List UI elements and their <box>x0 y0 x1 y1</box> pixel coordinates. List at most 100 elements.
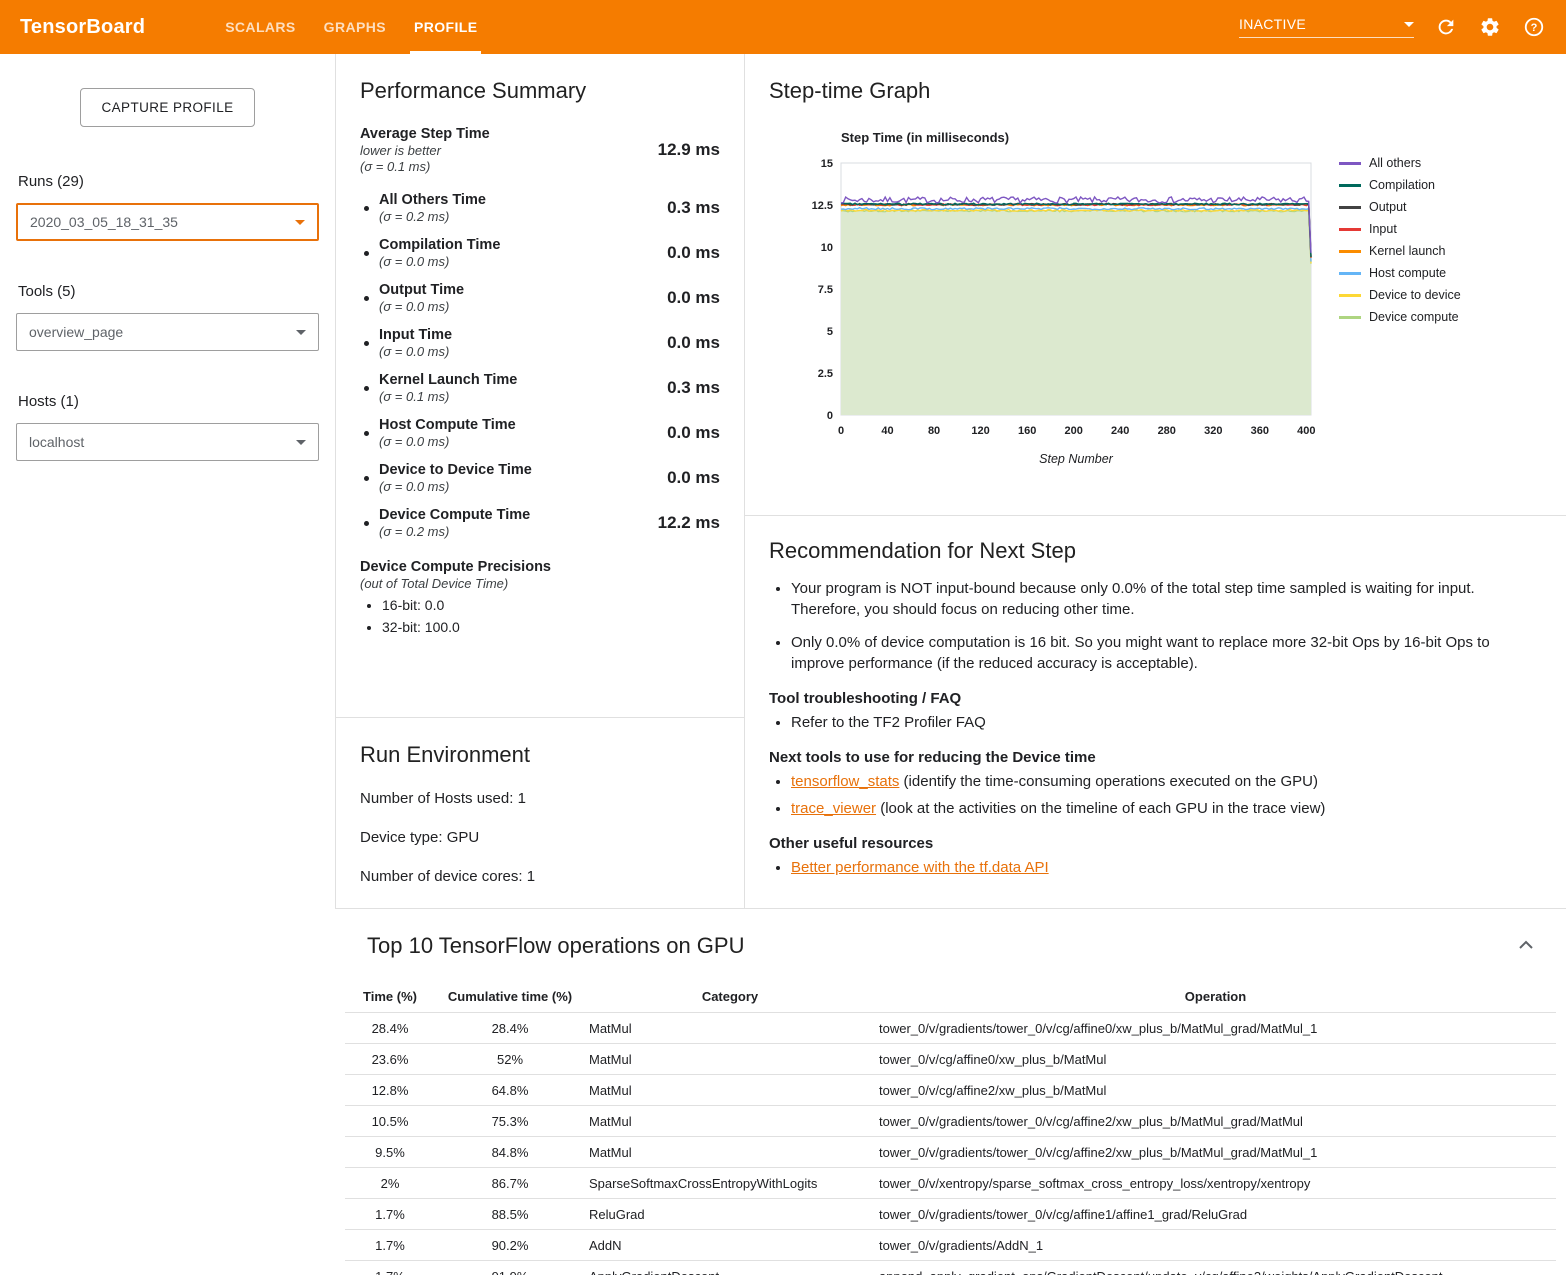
table-row[interactable]: 1.7%90.2%AddNtower_0/v/gradients/AddN_1 <box>345 1230 1556 1261</box>
tool-link[interactable]: trace_viewer <box>791 800 876 817</box>
chevron-down-icon <box>296 330 306 335</box>
metric-label: All Others Time <box>379 192 659 208</box>
average-step-time-row: Average Step Time lower is better (σ = 0… <box>360 126 720 174</box>
table-cell: tower_0/v/gradients/AddN_1 <box>875 1230 1556 1261</box>
runs-dropdown[interactable]: 2020_03_05_18_31_35 <box>16 203 319 241</box>
table-row[interactable]: 12.8%64.8%MatMultower_0/v/cg/affine2/xw_… <box>345 1075 1556 1106</box>
metric-value: 0.0 ms <box>667 243 720 263</box>
nav-tabs: SCALARS GRAPHS PROFILE <box>211 0 491 54</box>
table-row[interactable]: 2%86.7%SparseSoftmaxCrossEntropyWithLogi… <box>345 1168 1556 1199</box>
metric-note: lower is better <box>360 143 650 158</box>
table-cell: 84.8% <box>435 1137 585 1168</box>
legend-item: Device compute <box>1339 310 1461 324</box>
refresh-icon[interactable] <box>1434 15 1458 39</box>
help-icon[interactable]: ? <box>1522 15 1546 39</box>
svg-text:7.5: 7.5 <box>818 284 833 296</box>
table-cell: tower_0/v/gradients/tower_0/v/cg/affine2… <box>875 1137 1556 1168</box>
table-cell: 52% <box>435 1044 585 1075</box>
metric-row: Kernel Launch Time(σ = 0.1 ms)0.3 ms <box>360 372 720 404</box>
next-tools-heading: Next tools to use for reducing the Devic… <box>769 749 1526 766</box>
bullet-dot <box>364 341 369 346</box>
table-cell: 23.6% <box>345 1044 435 1075</box>
svg-text:360: 360 <box>1251 425 1269 437</box>
step-time-chart[interactable]: 02.557.51012.515040801201602002402803203… <box>795 153 1325 471</box>
bullet-dot <box>364 206 369 211</box>
table-row[interactable]: 9.5%84.8%MatMultower_0/v/gradients/tower… <box>345 1137 1556 1168</box>
tool-link-description: (look at the activities on the timeline … <box>876 800 1325 817</box>
metric-label: Host Compute Time <box>379 417 659 433</box>
table-header-row: Time (%) Cumulative time (%) Category Op… <box>345 981 1556 1013</box>
table-cell: MatMul <box>585 1013 875 1044</box>
tab-graphs[interactable]: GRAPHS <box>310 0 400 54</box>
precision-item: 16-bit: 0.0 <box>382 597 720 613</box>
metric-sigma: (σ = 0.0 ms) <box>379 479 659 494</box>
table-cell: 91.9% <box>435 1261 585 1275</box>
metric-value: 0.0 ms <box>667 423 720 443</box>
metric-value: 12.9 ms <box>658 140 720 160</box>
tfdata-api-link[interactable]: Better performance with the tf.data API <box>791 859 1049 876</box>
svg-text:400: 400 <box>1297 425 1315 437</box>
legend-swatch <box>1339 250 1361 253</box>
sidebar: CAPTURE PROFILE Runs (29) 2020_03_05_18_… <box>0 54 335 1275</box>
recommendation-bullet: Only 0.0% of device computation is 16 bi… <box>791 632 1526 674</box>
legend-swatch <box>1339 228 1361 231</box>
tool-link[interactable]: tensorflow_stats <box>791 773 899 790</box>
tab-profile[interactable]: PROFILE <box>400 0 491 54</box>
table-cell: 12.8% <box>345 1075 435 1106</box>
metric-value: 12.2 ms <box>658 513 720 533</box>
tool-link-item: tensorflow_stats (identify the time-cons… <box>791 771 1526 792</box>
recommendation-bullet: Your program is NOT input-bound because … <box>791 578 1526 620</box>
table-row[interactable]: 23.6%52%MatMultower_0/v/cg/affine0/xw_pl… <box>345 1044 1556 1075</box>
table-cell: 10.5% <box>345 1106 435 1137</box>
status-dropdown[interactable]: INACTIVE <box>1239 16 1414 38</box>
chevron-down-icon <box>296 440 306 445</box>
recommendation-panel: Recommendation for Next Step Your progra… <box>745 516 1566 908</box>
table-row[interactable]: 28.4%28.4%MatMultower_0/v/gradients/towe… <box>345 1013 1556 1044</box>
table-row[interactable]: 1.7%88.5%ReluGradtower_0/v/gradients/tow… <box>345 1199 1556 1230</box>
bullet-dot <box>364 296 369 301</box>
settings-gear-icon[interactable] <box>1478 15 1502 39</box>
hosts-dropdown[interactable]: localhost <box>16 423 319 461</box>
metric-label: Output Time <box>379 282 659 298</box>
legend-label: Device compute <box>1369 310 1459 324</box>
metric-row: All Others Time(σ = 0.2 ms)0.3 ms <box>360 192 720 224</box>
metric-value: 0.0 ms <box>667 468 720 488</box>
legend-swatch <box>1339 184 1361 187</box>
svg-text:5: 5 <box>827 326 833 338</box>
table-cell: 64.8% <box>435 1075 585 1106</box>
metric-sigma: (σ = 0.0 ms) <box>379 254 659 269</box>
legend-label: Input <box>1369 222 1397 236</box>
capture-profile-button[interactable]: CAPTURE PROFILE <box>80 88 254 127</box>
legend-swatch <box>1339 162 1361 165</box>
legend-label: Output <box>1369 200 1407 214</box>
metric-sigma: (σ = 0.1 ms) <box>360 159 650 174</box>
table-cell: tower_0/v/cg/affine0/xw_plus_b/MatMul <box>875 1044 1556 1075</box>
metric-sigma: (σ = 0.2 ms) <box>379 209 659 224</box>
table-cell: tower_0/v/xentropy/sparse_softmax_cross_… <box>875 1168 1556 1199</box>
table-cell: tower_0/v/gradients/tower_0/v/cg/affine2… <box>875 1106 1556 1137</box>
hosts-dropdown-value: localhost <box>29 434 84 450</box>
table-row[interactable]: 1.7%91.9%ApplyGradientDescentappend_appl… <box>345 1261 1556 1275</box>
bullet-dot <box>364 251 369 256</box>
table-cell: SparseSoftmaxCrossEntropyWithLogits <box>585 1168 875 1199</box>
performance-summary-title: Performance Summary <box>360 78 720 104</box>
table-cell: 1.7% <box>345 1199 435 1230</box>
tools-dropdown[interactable]: overview_page <box>16 313 319 351</box>
tab-scalars[interactable]: SCALARS <box>211 0 309 54</box>
table-row[interactable]: 10.5%75.3%MatMultower_0/v/gradients/towe… <box>345 1106 1556 1137</box>
table-cell: 88.5% <box>435 1199 585 1230</box>
metric-label: Device to Device Time <box>379 462 659 478</box>
table-cell: MatMul <box>585 1106 875 1137</box>
status-dropdown-value: INACTIVE <box>1239 16 1306 32</box>
collapse-chevron-icon[interactable] <box>1514 933 1538 957</box>
performance-summary-panel: Performance Summary Average Step Time lo… <box>335 54 745 908</box>
svg-text:120: 120 <box>971 425 989 437</box>
table-cell: 90.2% <box>435 1230 585 1261</box>
svg-text:200: 200 <box>1064 425 1082 437</box>
metric-value: 0.0 ms <box>667 333 720 353</box>
legend-label: Compilation <box>1369 178 1435 192</box>
metric-value: 0.3 ms <box>667 378 720 398</box>
legend-label: Device to device <box>1369 288 1461 302</box>
svg-text:240: 240 <box>1111 425 1129 437</box>
col-header-time: Time (%) <box>345 981 435 1013</box>
